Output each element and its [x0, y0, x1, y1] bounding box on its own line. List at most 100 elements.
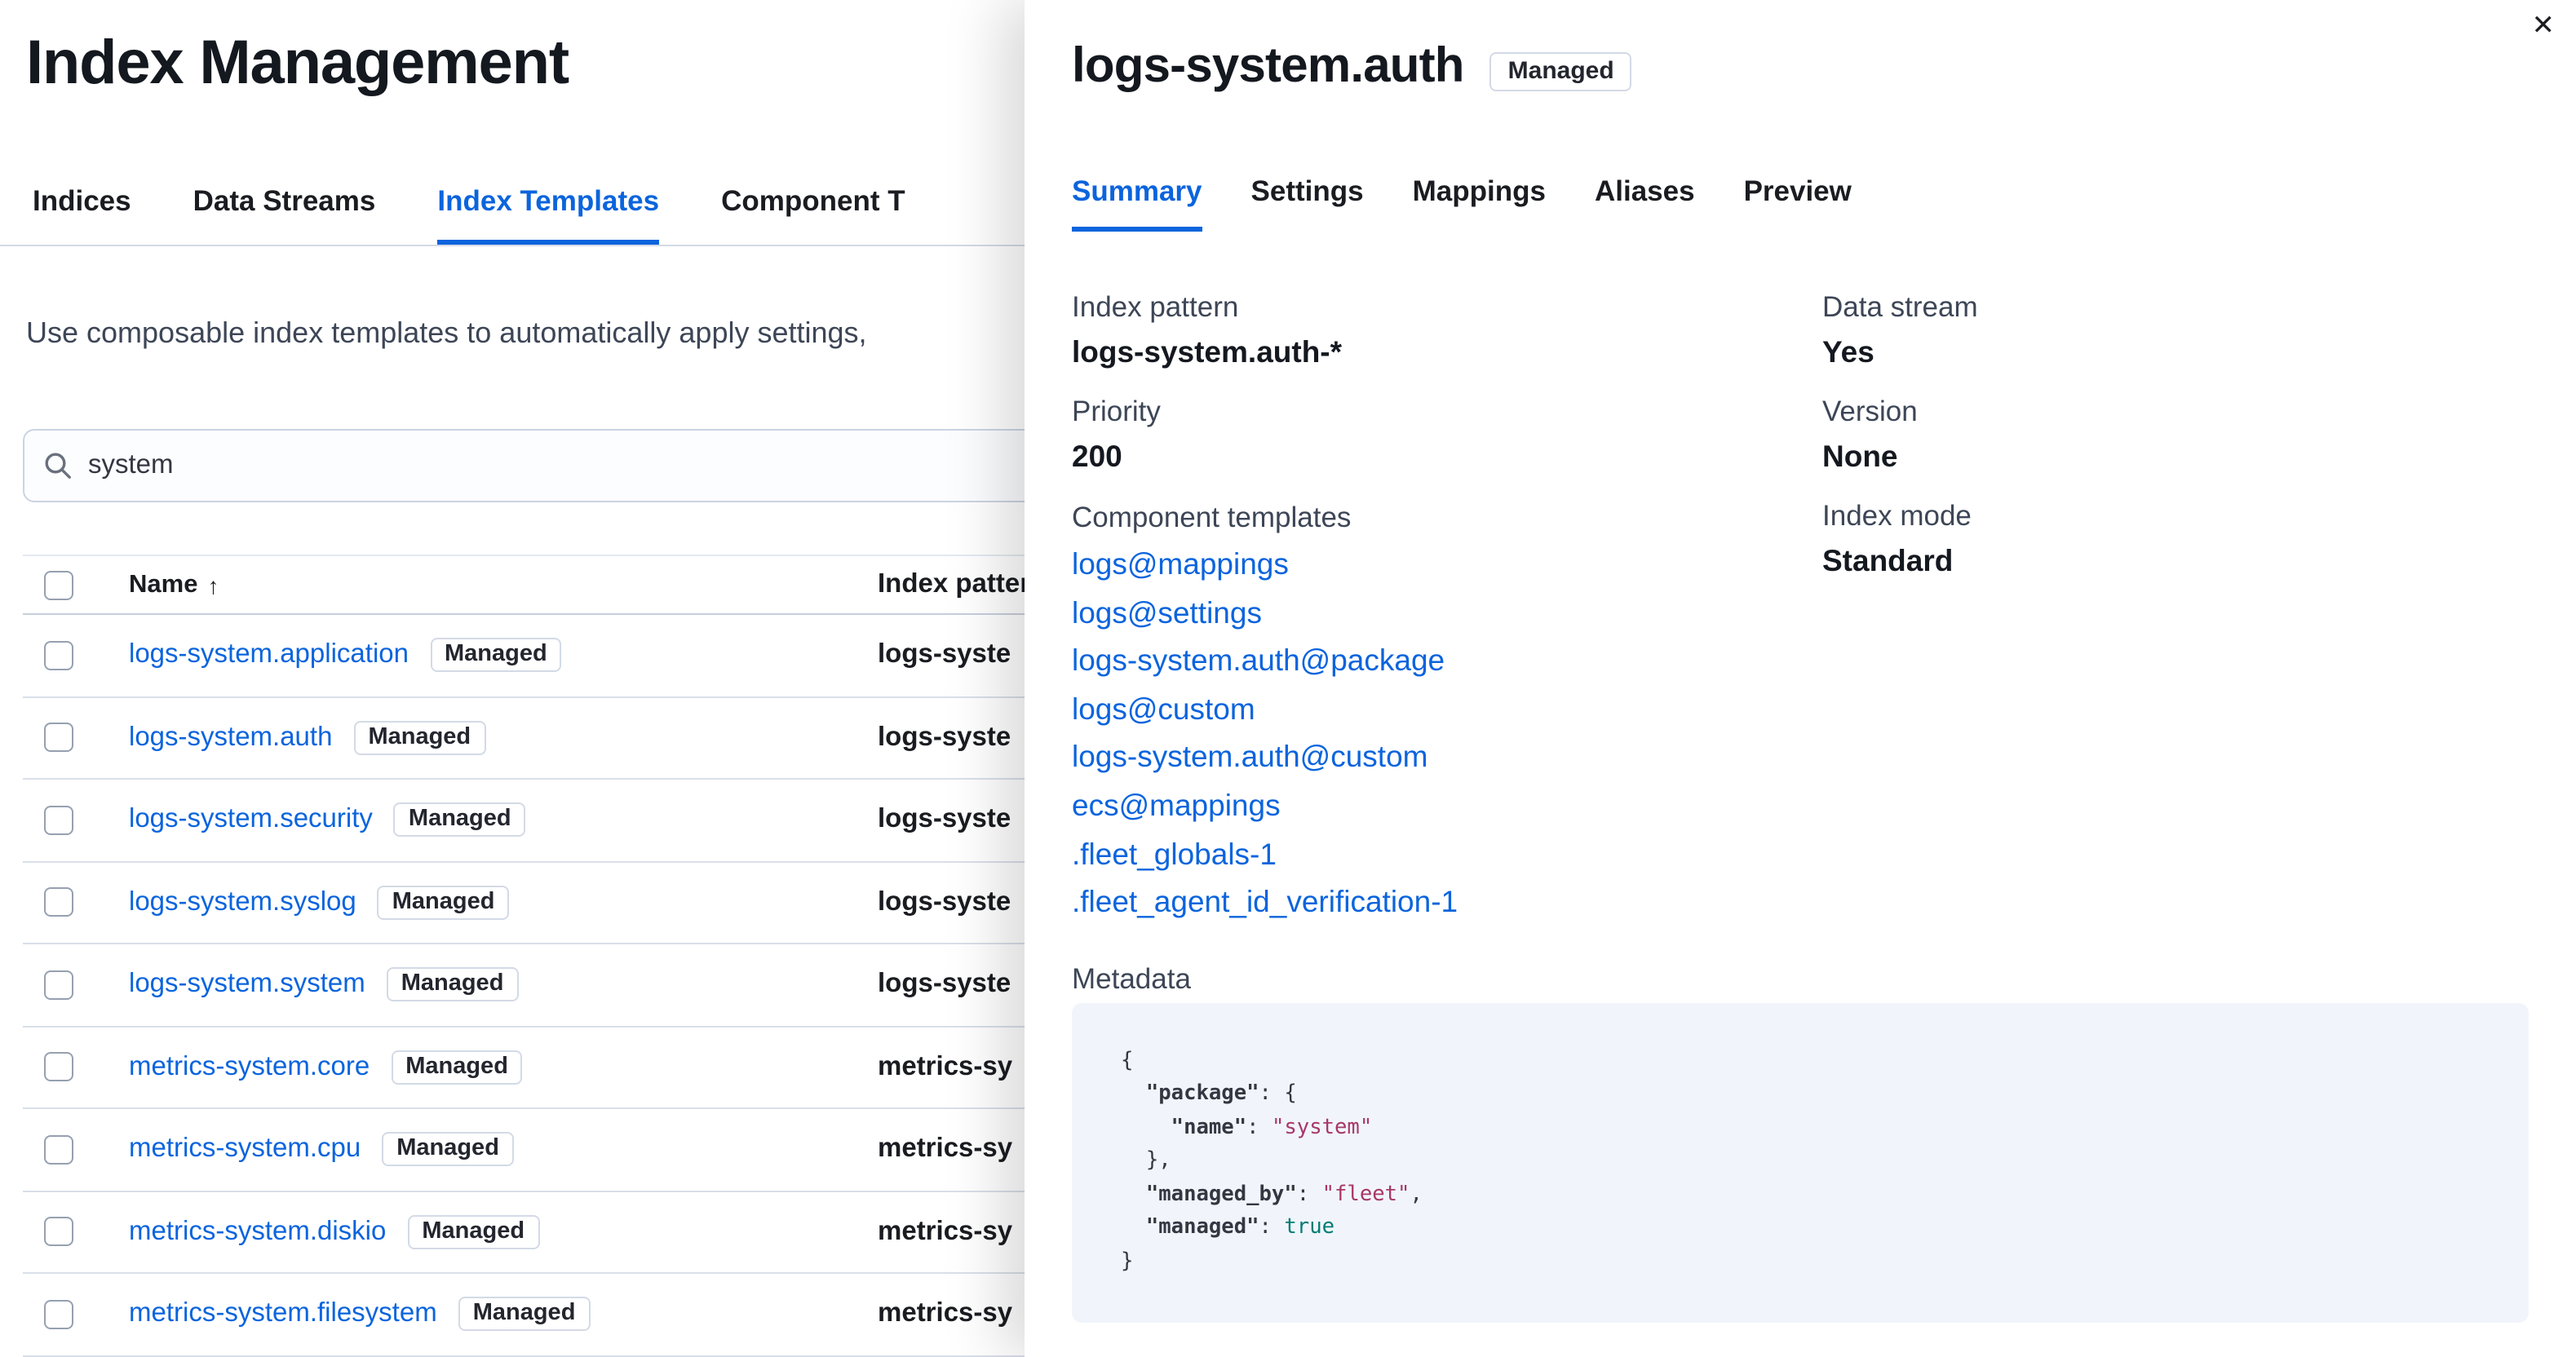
row-checkbox-cell [23, 1134, 129, 1165]
flyout-tab-preview[interactable]: Preview [1744, 173, 1852, 232]
summary-item-value: Standard [1822, 543, 1954, 577]
index-patterns-column-header: Index patter [878, 569, 1031, 599]
summary-item: Priority 200 [1072, 390, 1822, 478]
summary-item-label: Data stream [1822, 290, 1978, 323]
template-name-link[interactable]: logs-system.system [129, 970, 365, 1001]
close-icon[interactable]: ✕ [2532, 11, 2556, 39]
flyout-tab-settings[interactable]: Settings [1251, 173, 1364, 232]
component-template-link[interactable]: logs-system.auth@package [1072, 636, 1822, 684]
row-checkbox[interactable] [44, 805, 73, 835]
index-pattern-cell: logs-syste [878, 639, 1011, 670]
summary-left-column: Index pattern logs-system.auth-* Priority 2… [1072, 285, 1822, 926]
row-checkbox-cell [23, 805, 129, 835]
code-token: { [1121, 1048, 1134, 1073]
template-name-link[interactable]: metrics-system.cpu [129, 1134, 361, 1165]
template-name-link[interactable]: logs-system.security [129, 805, 373, 836]
summary-left-descriptors: Index pattern logs-system.auth-* Priority 2… [1072, 285, 1822, 478]
component-template-link[interactable]: ecs@mappings [1072, 781, 1822, 829]
row-checkbox[interactable] [44, 887, 73, 917]
row-checkbox[interactable] [44, 1052, 73, 1082]
row-checkbox-cell [23, 723, 129, 753]
component-template-link[interactable]: logs@mappings [1072, 540, 1822, 588]
managed-badge: Managed [391, 1050, 523, 1085]
code-token: "managed_by" [1145, 1182, 1297, 1207]
row-checkbox-cell [23, 887, 129, 917]
component-template-link[interactable]: .fleet_globals-1 [1072, 829, 1822, 877]
sort-ascending-icon: ↑ [207, 572, 219, 598]
component-template-link[interactable]: .fleet_agent_id_verification-1 [1072, 877, 1822, 926]
row-checkbox[interactable] [44, 970, 73, 1000]
header-checkbox-cell [23, 570, 129, 599]
template-name-link[interactable]: logs-system.application [129, 640, 409, 671]
row-checkbox[interactable] [44, 1217, 73, 1247]
component-templates-list: logs@mappings logs@settings logs-system.au… [1072, 540, 1822, 926]
tab-data-streams[interactable]: Data Streams [193, 183, 376, 245]
metadata-label: Metadata [1072, 961, 1191, 995]
code-token: }, [1121, 1148, 1171, 1174]
row-checkbox[interactable] [44, 640, 73, 670]
tab-component-t[interactable]: Component T [721, 183, 905, 245]
summary-item: Index pattern logs-system.auth-* [1072, 285, 1822, 374]
code-line: } [1121, 1246, 2529, 1280]
summary-item-value: Yes [1822, 334, 1874, 369]
template-details-flyout: ✕ logs-system.auth Managed Summary Settin… [1025, 0, 2576, 1357]
viewport: Index Management Indices Data Streams Inde… [0, 0, 2576, 1357]
row-checkbox[interactable] [44, 723, 73, 753]
search-icon [45, 453, 71, 479]
code-token: "package" [1145, 1081, 1259, 1107]
name-cell: logs-system.system Managed [129, 967, 878, 1002]
code-line: { [1121, 1045, 2529, 1079]
template-name-link[interactable]: metrics-system.diskio [129, 1217, 386, 1248]
code-line: "package": { [1121, 1079, 2529, 1112]
code-token: "fleet" [1321, 1182, 1410, 1207]
managed-badge: Managed [353, 720, 486, 755]
name-column-header[interactable]: Name ↑ [129, 570, 878, 599]
component-template-link[interactable]: logs@custom [1072, 685, 1822, 733]
code-token: "name" [1171, 1115, 1247, 1140]
summary-content: Index pattern logs-system.auth-* Priority 2… [1072, 285, 2529, 926]
tab-index-templates[interactable]: Index Templates [437, 183, 660, 245]
name-column-label: Name [129, 570, 198, 598]
row-checkbox-cell [23, 970, 129, 1000]
template-name-link[interactable]: logs-system.syslog [129, 887, 356, 918]
code-token: : [1296, 1182, 1322, 1207]
name-cell: metrics-system.cpu Managed [129, 1132, 878, 1167]
component-template-link[interactable]: logs-system.auth@custom [1072, 733, 1822, 781]
summary-right-descriptors: Data stream Yes Version None Index mode Stand… [1822, 285, 2529, 582]
index-pattern-cell: logs-syste [878, 886, 1011, 917]
managed-badge: Managed [393, 802, 526, 838]
name-cell: metrics-system.filesystem Managed [129, 1297, 878, 1332]
index-pattern-cell: logs-syste [878, 722, 1011, 752]
template-name-link[interactable]: logs-system.auth [129, 723, 332, 754]
code-line: }, [1121, 1146, 2529, 1179]
name-cell: logs-system.syslog Managed [129, 885, 878, 920]
code-token: : [1246, 1115, 1272, 1140]
flyout-tab-aliases[interactable]: Aliases [1595, 173, 1695, 232]
flyout-tab-mappings[interactable]: Mappings [1413, 173, 1546, 232]
tab-indices[interactable]: Indices [33, 183, 131, 245]
summary-item: Version None [1822, 390, 2529, 478]
row-checkbox-cell [23, 1299, 129, 1329]
index-pattern-cell: metrics-sy [878, 1298, 1013, 1328]
name-cell: metrics-system.core Managed [129, 1050, 878, 1085]
flyout-tab-summary[interactable]: Summary [1072, 173, 1202, 232]
component-template-link[interactable]: logs@settings [1072, 588, 1822, 636]
managed-badge: Managed [386, 967, 519, 1002]
select-all-checkbox[interactable] [44, 570, 73, 599]
summary-item-label: Index pattern [1072, 290, 1239, 323]
component-templates-label: Component templates [1072, 501, 1352, 533]
name-cell: logs-system.auth Managed [129, 720, 878, 755]
code-token: : { [1259, 1081, 1297, 1107]
code-line: "managed_by": "fleet", [1121, 1179, 2529, 1213]
page-description: Use composable index templates to automa… [26, 316, 867, 349]
template-name-link[interactable]: metrics-system.core [129, 1052, 370, 1083]
row-checkbox[interactable] [44, 1134, 73, 1165]
name-cell: logs-system.security Managed [129, 802, 878, 838]
metadata-code-block: { "package": { "name": "system" }, "mana… [1072, 1002, 2529, 1323]
summary-item-label: Index mode [1822, 499, 1972, 532]
template-name-link[interactable]: metrics-system.filesystem [129, 1299, 437, 1330]
row-checkbox[interactable] [44, 1299, 73, 1329]
